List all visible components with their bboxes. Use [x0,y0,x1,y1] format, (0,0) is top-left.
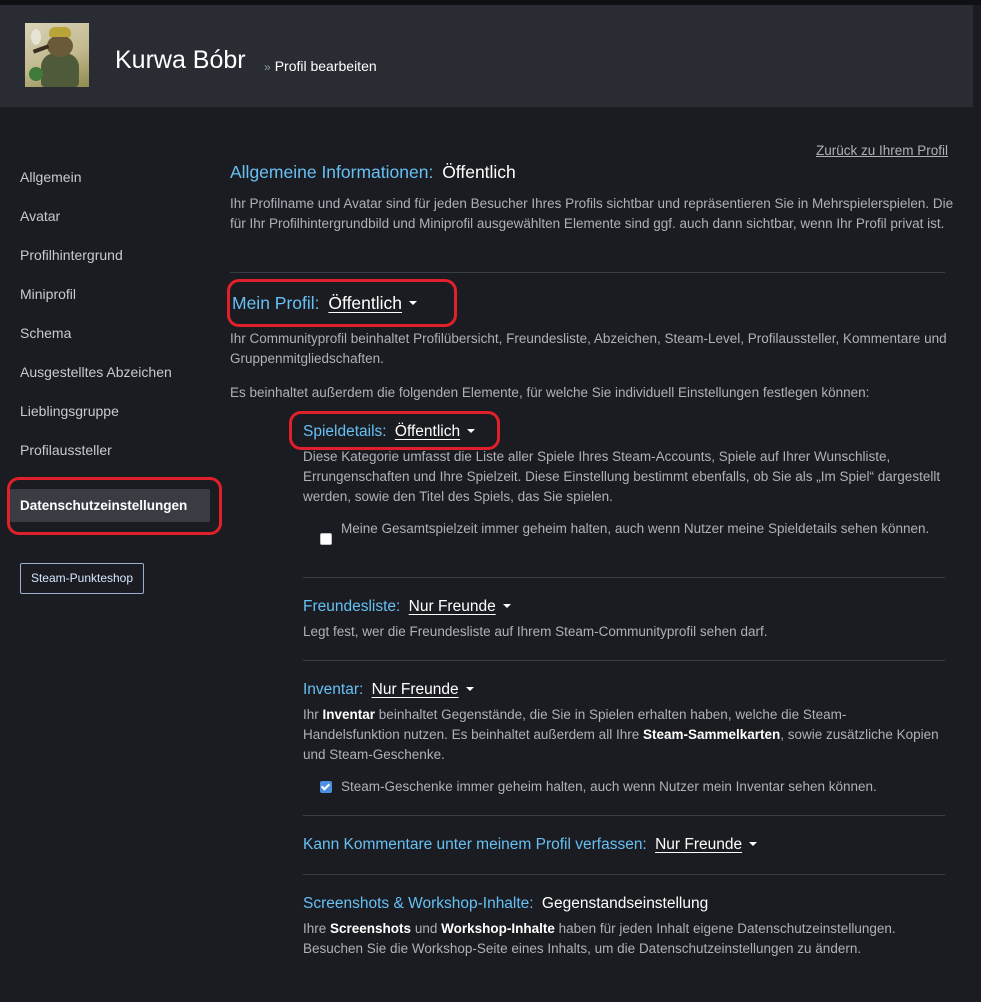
gifts-private-checkbox[interactable] [320,781,332,793]
my-profile-description: Ihr Communityprofil beinhaltet Profilübe… [230,331,947,366]
inventory-label: Inventar: [303,681,364,698]
dropdown-caret-icon[interactable] [749,841,758,846]
game-details-value[interactable]: Öffentlich [395,423,460,440]
my-profile-label: Mein Profil: [232,293,320,313]
sidebar-item-profilhintergrund[interactable]: Profilhintergrund [20,247,123,263]
my-profile-heading: Mein Profil: Öffentlich [232,293,418,314]
comments-value[interactable]: Nur Freunde [655,836,742,853]
dropdown-caret-icon[interactable] [502,603,511,608]
general-info-value: Öffentlich [442,162,516,182]
comments-heading: Kann Kommentare unter meinem Profil verf… [303,836,758,854]
breadcrumb-separator: » [264,60,271,74]
avatar-body [41,53,79,87]
dropdown-caret-icon[interactable] [409,301,418,306]
inventory-value[interactable]: Nur Freunde [372,681,459,698]
section-divider [230,272,945,273]
sidebar-item-abzeichen[interactable]: Ausgestelltes Abzeichen [20,364,172,380]
screenshots-description: Ihre Screenshots und Workshop-Inhalte ha… [303,919,953,959]
game-details-label: Spieldetails: [303,423,387,440]
inventory-description: Ihr Inventar beinhaltet Gegenstände, die… [303,705,943,765]
screenshots-desc-part: und [411,921,442,936]
sidebar-item-miniprofil[interactable]: Miniprofil [20,286,76,302]
inventory-desc-part: Ihr [303,707,323,722]
avatar-pipe [32,44,50,54]
profile-header: Kurwa Bóbr » Profil bearbeiten [0,5,973,107]
section-divider [303,874,945,875]
playtime-private-label[interactable]: Meine Gesamtspielzeit immer geheim halte… [341,519,941,539]
friends-list-dropdown[interactable]: Nur Freunde [405,598,511,615]
sidebar-item-datenschutz[interactable]: Datenschutzeinstellungen [10,489,210,522]
inventory-heading: Inventar: Nur Freunde [303,681,474,699]
screenshots-desc-bold: Workshop-Inhalte [441,921,555,936]
avatar[interactable] [25,23,89,87]
screenshots-value: Gegenstandseinstellung [541,895,709,912]
dropdown-caret-icon[interactable] [465,686,474,691]
game-details-heading: Spieldetails: Öffentlich [303,423,476,441]
friends-list-value[interactable]: Nur Freunde [409,598,496,615]
inventory-desc-bold: Inventar [322,707,376,722]
game-details-dropdown[interactable]: Öffentlich [391,423,476,440]
gifts-private-label[interactable]: Steam-Geschenke immer geheim halten, auc… [341,777,941,797]
sidebar-item-avatar[interactable]: Avatar [20,208,60,224]
screenshots-heading: Screenshots & Workshop-Inhalte: Gegensta… [303,895,708,913]
friends-list-label: Freundesliste: [303,598,401,615]
breadcrumb-current: Profil bearbeiten [274,58,377,74]
avatar-plant [29,67,43,81]
section-divider [303,815,945,816]
game-details-description: Diese Kategorie umfasst die Liste aller … [303,449,941,504]
inventory-desc-bold: Steam-Sammelkarten [642,727,781,742]
comments-label: Kann Kommentare unter meinem Profil verf… [303,836,647,853]
general-info-description: Ihr Profilname und Avatar sind für jeden… [230,196,954,231]
section-divider [303,577,945,578]
playtime-private-checkbox[interactable] [320,533,332,545]
general-info-label: Allgemeine Informationen: [230,162,434,182]
screenshots-desc-part: Ihre [303,921,331,936]
friends-list-description: Legt fest, wer die Freundesliste auf Ihr… [303,624,768,639]
general-info-heading: Allgemeine Informationen: Öffentlich [230,162,516,183]
friends-list-heading: Freundesliste: Nur Freunde [303,598,511,616]
back-to-profile-link[interactable]: Zurück zu Ihrem Profil [816,143,948,158]
my-profile-value[interactable]: Öffentlich [328,293,402,313]
breadcrumb: » Profil bearbeiten [264,58,377,74]
comments-dropdown[interactable]: Nur Freunde [651,836,758,853]
my-profile-elements-intro: Es beinhaltet außerdem die folgenden Ele… [230,385,870,400]
avatar-smoke [31,29,41,45]
points-shop-button[interactable]: Steam-Punkteshop [20,563,144,594]
sidebar-item-lieblingsgruppe[interactable]: Lieblingsgruppe [20,403,119,419]
screenshots-label: Screenshots & Workshop-Inhalte: [303,895,534,912]
sidebar-item-profilaussteller[interactable]: Profilaussteller [20,442,112,458]
avatar-head [47,35,73,57]
my-profile-dropdown[interactable]: Öffentlich [324,293,418,313]
screenshots-desc-bold: Screenshots [330,921,412,936]
sidebar-item-schema[interactable]: Schema [20,325,71,341]
section-divider [303,660,945,661]
dropdown-caret-icon[interactable] [467,428,476,433]
avatar-hat [49,27,71,37]
profile-username[interactable]: Kurwa Bóbr [115,46,246,75]
sidebar-item-allgemein[interactable]: Allgemein [20,169,81,185]
inventory-dropdown[interactable]: Nur Freunde [368,681,474,698]
